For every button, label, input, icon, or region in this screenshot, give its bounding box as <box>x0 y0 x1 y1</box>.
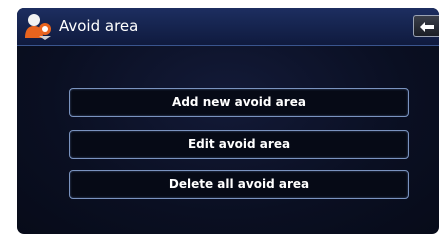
delete-all-avoid-area-button[interactable]: Delete all avoid area <box>69 170 409 199</box>
add-new-avoid-area-button[interactable]: Add new avoid area <box>69 88 409 117</box>
back-button[interactable] <box>413 15 439 37</box>
title-bar: Avoid area <box>17 8 439 46</box>
back-arrow-icon <box>420 22 434 32</box>
avoid-area-person-icon <box>23 12 53 40</box>
page-title: Avoid area <box>59 17 139 35</box>
edit-avoid-area-button[interactable]: Edit avoid area <box>69 130 409 159</box>
avoid-area-screen: Avoid area Add new avoid area Edit avoid… <box>17 8 439 234</box>
